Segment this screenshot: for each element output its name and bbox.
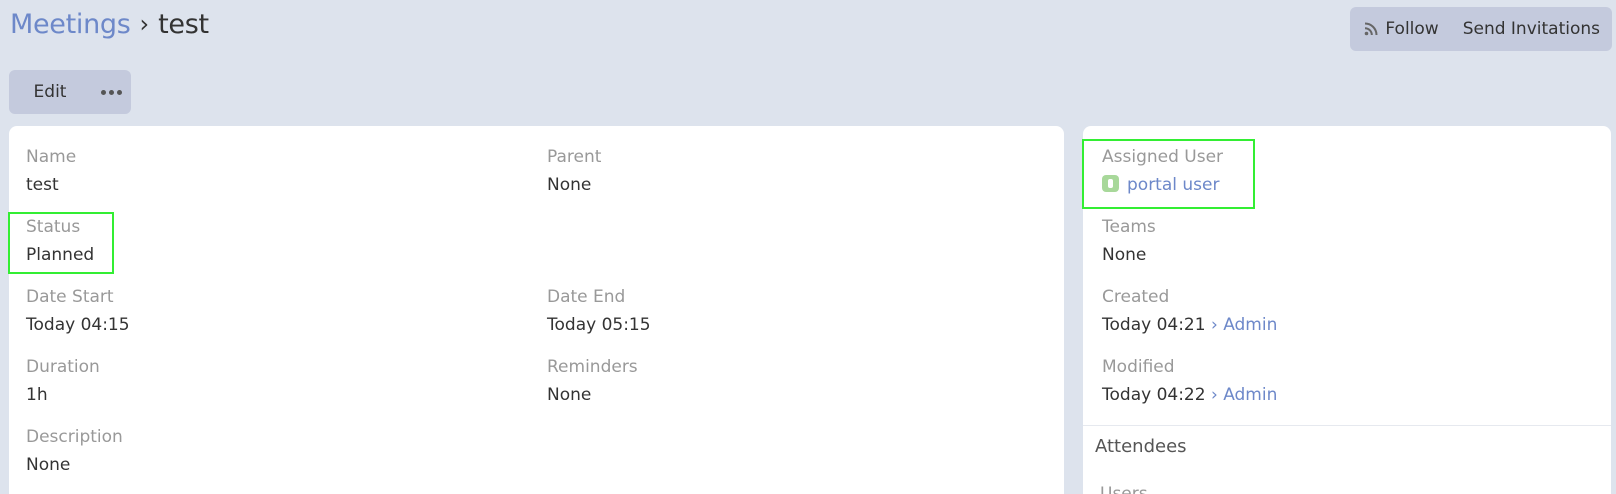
field-value: None	[547, 175, 592, 195]
field-label: Name	[26, 147, 77, 167]
header-actions: Follow Send Invitations	[1350, 7, 1612, 51]
field-value: 1h	[26, 385, 48, 405]
field-label: Modified	[1102, 357, 1175, 377]
rss-icon	[1365, 22, 1378, 36]
page-title: test	[158, 8, 209, 40]
field-duration: Duration 1h	[26, 356, 100, 406]
send-invitations-button[interactable]: Send Invitations	[1451, 7, 1612, 51]
side-panel: Assigned User portal user Teams None Cre…	[1083, 126, 1611, 494]
field-parent: Parent None	[547, 146, 601, 196]
field-label: Created	[1102, 287, 1170, 307]
record-toolbar: Edit	[9, 70, 131, 114]
field-label: Duration	[26, 357, 100, 377]
modified-by-link[interactable]: Admin	[1223, 385, 1277, 405]
field-created: Created Today 04:21 › Admin	[1102, 286, 1277, 336]
breadcrumb: Meetings › test	[10, 4, 209, 44]
portal-user-icon	[1102, 175, 1119, 192]
field-label: Parent	[547, 147, 602, 167]
field-name: Name test	[26, 146, 76, 196]
field-label: Teams	[1102, 217, 1156, 237]
field-label: Date End	[547, 287, 626, 307]
created-time: Today 04:21	[1102, 315, 1206, 335]
users-label: Users	[1100, 484, 1148, 494]
field-value: test	[26, 175, 59, 195]
modified-time: Today 04:22	[1102, 385, 1206, 405]
breadcrumb-meetings-link[interactable]: Meetings	[10, 9, 131, 40]
field-assigned-user: Assigned User portal user	[1102, 146, 1223, 196]
follow-button[interactable]: Follow	[1350, 7, 1450, 51]
field-reminders: Reminders None	[547, 356, 638, 406]
field-label: Reminders	[547, 357, 638, 377]
attendees-title: Attendees	[1095, 436, 1187, 457]
field-date-start: Date Start Today 04:15	[26, 286, 130, 336]
chevron-right-icon: ›	[1210, 315, 1218, 335]
detail-panel: Name test Parent None Status Planned Dat…	[9, 126, 1064, 494]
more-actions-button[interactable]	[91, 70, 131, 114]
field-value: None	[547, 385, 592, 405]
field-label: Assigned User	[1102, 147, 1224, 167]
chevron-right-icon: ›	[1210, 385, 1218, 405]
field-value: None	[1102, 245, 1147, 265]
field-value: Today 04:22 › Admin	[1102, 384, 1277, 406]
field-date-end: Date End Today 05:15	[547, 286, 651, 336]
edit-button[interactable]: Edit	[9, 70, 91, 114]
divider	[1083, 425, 1611, 426]
field-value: Today 04:21 › Admin	[1102, 314, 1277, 336]
follow-label: Follow	[1385, 19, 1439, 39]
ellipsis-icon	[100, 89, 122, 95]
field-value: Today 05:15	[547, 315, 651, 335]
field-label: Status	[26, 217, 81, 237]
field-status: Status Planned	[26, 216, 94, 266]
field-label: Description	[26, 427, 123, 447]
breadcrumb-separator: ›	[139, 10, 150, 38]
created-by-link[interactable]: Admin	[1223, 315, 1277, 335]
field-modified: Modified Today 04:22 › Admin	[1102, 356, 1277, 406]
field-value: Planned	[26, 245, 95, 265]
field-value: None	[26, 455, 71, 475]
field-value: Today 04:15	[26, 315, 130, 335]
assigned-user-link[interactable]: portal user	[1127, 175, 1219, 195]
field-value: portal user	[1102, 174, 1223, 196]
field-teams: Teams None	[1102, 216, 1156, 266]
field-description: Description None	[26, 426, 123, 476]
field-label: Date Start	[26, 287, 114, 307]
